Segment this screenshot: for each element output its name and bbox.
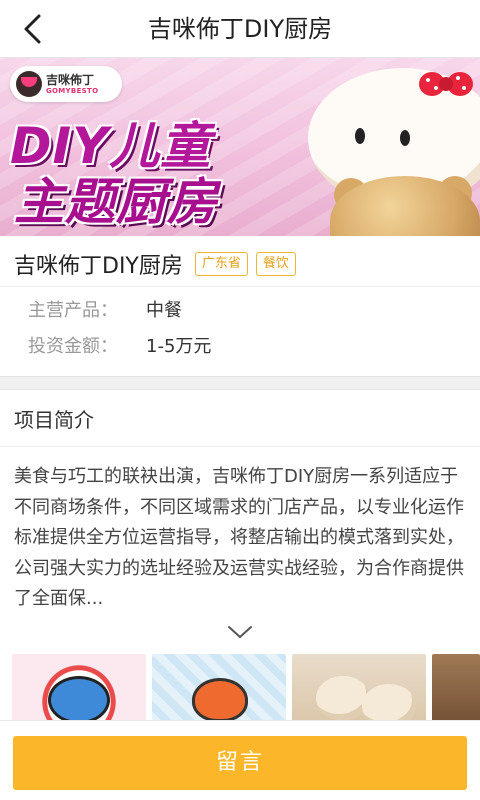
divider (0, 446, 480, 447)
gallery-photo[interactable] (432, 654, 480, 720)
page-title: 吉咪佈丁DIY厨房 (147, 15, 333, 43)
banner-headline-2: 主题厨房 (14, 173, 218, 231)
project-name: 吉咪佈丁DIY厨房 (14, 254, 183, 279)
intro-text: 美食与巧工的联袂出演，吉咪佈丁DIY厨房一系列适应于不同商场条件，不同区域需求的… (14, 466, 464, 609)
intro-title: 项目简介 (14, 408, 94, 432)
logo-icon (16, 71, 42, 97)
footer-bar: 留言 (0, 720, 480, 800)
main-product-label: 主营产品： (28, 300, 118, 321)
bow-icon (419, 72, 473, 96)
logo-text-en: GOMYBESTO (46, 86, 99, 95)
investment-label: 投资金额： (28, 336, 118, 357)
category-tag: 餐饮 (255, 252, 296, 276)
chevron-down-icon (228, 626, 252, 638)
project-name-row: 吉咪佈丁DIY厨房 广东省 餐饮 (14, 246, 304, 282)
expand-button[interactable] (224, 620, 256, 644)
logo-text-cn: 吉咪佈丁 (46, 72, 95, 87)
main-product-row: 主营产品： 中餐 (28, 296, 182, 322)
investment-row: 投资金额： 1-5万元 (28, 332, 211, 358)
gallery-photo[interactable] (152, 654, 286, 720)
gallery-photo[interactable] (12, 654, 146, 720)
app-header: 吉咪佈丁DIY厨房 (0, 0, 480, 58)
section-separator (0, 376, 480, 390)
project-info: 吉咪佈丁DIY厨房 广东省 餐饮 主营产品： 中餐 投资金额： 1-5万元 (0, 236, 480, 376)
project-banner-image: 吉咪佈丁 GOMYBESTO DIY儿童 主题厨房 (0, 58, 480, 236)
divider (0, 286, 480, 287)
fox-cake-image (192, 678, 248, 720)
photo-gallery[interactable] (0, 654, 480, 720)
doraemon-cake-image (48, 676, 110, 720)
ice-cream-image (316, 676, 370, 720)
main-product-value: 中餐 (146, 300, 182, 321)
region-tag: 广东省 (194, 252, 248, 276)
investment-value: 1-5万元 (146, 336, 212, 357)
gallery-photo[interactable] (292, 654, 426, 720)
brand-logo: 吉咪佈丁 GOMYBESTO (10, 66, 122, 102)
leave-message-button[interactable]: 留言 (13, 736, 467, 790)
